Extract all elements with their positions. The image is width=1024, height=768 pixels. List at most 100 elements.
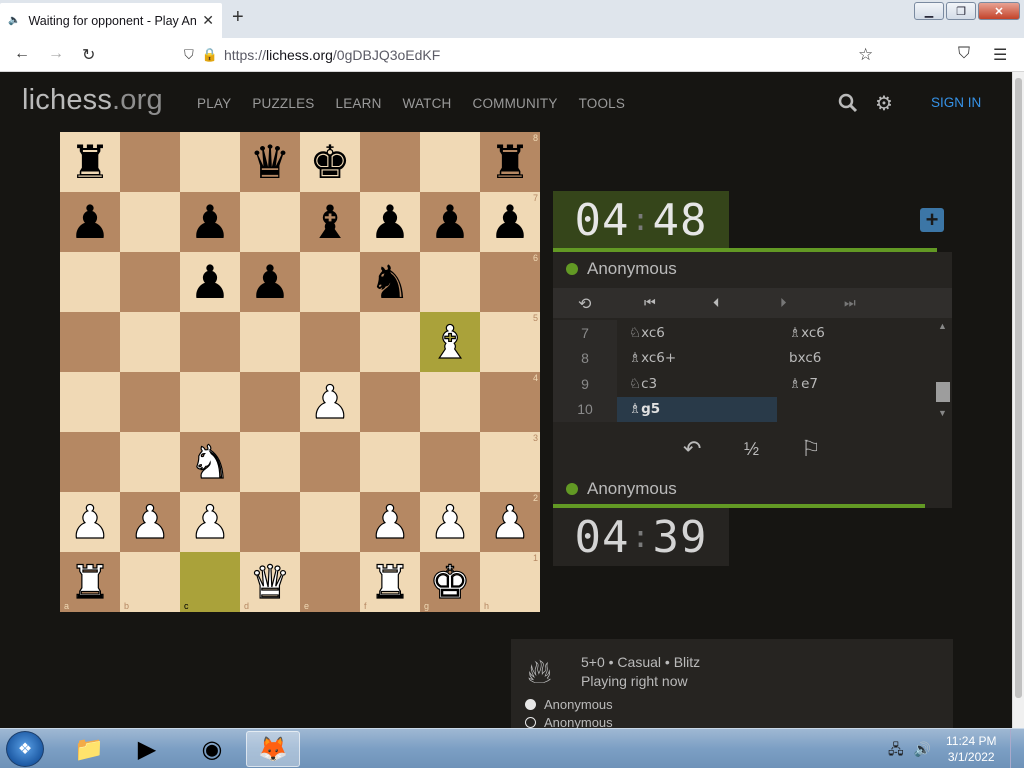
explorer-icon[interactable]: 📁 [62, 731, 116, 767]
black-rook-icon[interactable]: ♜ [69, 139, 110, 185]
resign-flag-icon[interactable]: ⚐ [801, 436, 821, 462]
white-rook-icon[interactable]: ♜ [369, 558, 411, 605]
square-d4[interactable] [240, 372, 300, 432]
square-c6[interactable]: ♟ [180, 252, 240, 312]
square-d3[interactable] [240, 432, 300, 492]
network-icon[interactable]: 🖧 [888, 741, 904, 757]
player-white[interactable]: Anonymous [525, 697, 613, 712]
black-pawn-icon[interactable]: ♟ [489, 199, 530, 245]
square-b8[interactable] [120, 132, 180, 192]
chrome-icon[interactable]: ◉ [185, 731, 239, 767]
square-d8[interactable]: ♛ [240, 132, 300, 192]
square-h8[interactable]: ♜ 8 [480, 132, 540, 192]
white-pawn-icon[interactable]: ♟ [429, 498, 471, 545]
first-move-icon[interactable]: ⏮ [644, 296, 656, 311]
square-e4[interactable]: ♟ [300, 372, 360, 432]
square-b7[interactable] [120, 192, 180, 252]
square-b1[interactable]: b [120, 552, 180, 612]
menu-icon[interactable]: ☰ [993, 45, 1007, 65]
square-e5[interactable] [300, 312, 360, 372]
white-bishop-icon[interactable]: ♝ [429, 318, 471, 365]
gear-icon[interactable]: ⚙ [875, 91, 893, 116]
square-g2[interactable]: ♟ [420, 492, 480, 552]
square-f1[interactable]: ♜ f [360, 552, 420, 612]
square-d7[interactable] [240, 192, 300, 252]
prev-move-icon[interactable]: ⏴ [713, 296, 720, 311]
square-b6[interactable] [120, 252, 180, 312]
square-c7[interactable]: ♟ [180, 192, 240, 252]
bottom-player[interactable]: Anonymous [553, 472, 952, 506]
black-knight-icon[interactable]: ♞ [369, 259, 410, 305]
square-a4[interactable] [60, 372, 120, 432]
reload-icon[interactable]: ↻ [82, 45, 95, 65]
white-pawn-icon[interactable]: ♟ [129, 498, 171, 545]
black-pawn-icon[interactable]: ♟ [249, 259, 290, 305]
black-king-icon[interactable]: ♚ [309, 139, 350, 185]
square-f4[interactable] [360, 372, 420, 432]
site-logo[interactable]: lichess.org [22, 84, 163, 117]
square-c8[interactable] [180, 132, 240, 192]
white-move[interactable]: ♘c3 [617, 371, 777, 397]
top-player[interactable]: Anonymous [553, 252, 952, 286]
flip-board-icon[interactable]: ⟲ [578, 294, 591, 313]
square-h6[interactable]: 6 [480, 252, 540, 312]
square-f6[interactable]: ♞ [360, 252, 420, 312]
square-a1[interactable]: ♜ a [60, 552, 120, 612]
square-c5[interactable] [180, 312, 240, 372]
square-c3[interactable]: ♞ [180, 432, 240, 492]
square-f3[interactable] [360, 432, 420, 492]
forward-icon[interactable]: → [48, 45, 64, 63]
square-d2[interactable] [240, 492, 300, 552]
square-e1[interactable]: e [300, 552, 360, 612]
square-b3[interactable] [120, 432, 180, 492]
white-pawn-icon[interactable]: ♟ [369, 498, 411, 545]
next-move-icon[interactable]: ⏵ [780, 296, 787, 311]
white-knight-icon[interactable]: ♞ [189, 438, 231, 485]
minimize-button[interactable]: ▁ [914, 2, 944, 20]
square-a7[interactable]: ♟ [60, 192, 120, 252]
nav-watch[interactable]: WATCH [403, 96, 452, 111]
white-move[interactable]: ♗xc6+ [617, 346, 777, 372]
url-bar[interactable]: ⛉ 🔒 https://lichess.org/0gDBJQ3oEdKF [176, 41, 888, 69]
black-queen-icon[interactable]: ♛ [249, 139, 290, 185]
white-pawn-icon[interactable]: ♟ [69, 498, 111, 545]
square-f7[interactable]: ♟ [360, 192, 420, 252]
square-b5[interactable] [120, 312, 180, 372]
white-pawn-icon[interactable]: ♟ [309, 378, 351, 425]
scroll-up-icon[interactable]: ▲ [938, 321, 947, 331]
square-g4[interactable] [420, 372, 480, 432]
square-d1[interactable]: ♛ d [240, 552, 300, 612]
page-scrollbar[interactable] [1012, 72, 1024, 728]
offer-draw-button[interactable]: ½ [744, 439, 759, 460]
square-h1[interactable]: 1h [480, 552, 540, 612]
close-window-button[interactable]: ✕ [978, 2, 1020, 20]
browser-tab[interactable]: 🔈 Waiting for opponent - Play An ✕ [0, 3, 222, 38]
square-e2[interactable] [300, 492, 360, 552]
nav-learn[interactable]: LEARN [336, 96, 382, 111]
square-a2[interactable]: ♟ [60, 492, 120, 552]
square-g3[interactable] [420, 432, 480, 492]
square-c2[interactable]: ♟ [180, 492, 240, 552]
add-time-button[interactable]: + [920, 207, 944, 232]
square-h7[interactable]: ♟ 7 [480, 192, 540, 252]
black-pawn-icon[interactable]: ♟ [189, 199, 230, 245]
nav-community[interactable]: COMMUNITY [473, 96, 558, 111]
square-h2[interactable]: ♟ 2 [480, 492, 540, 552]
white-rook-icon[interactable]: ♜ [69, 558, 111, 605]
square-b4[interactable] [120, 372, 180, 432]
square-a8[interactable]: ♜ [60, 132, 120, 192]
square-h5[interactable]: 5 [480, 312, 540, 372]
white-queen-icon[interactable]: ♛ [249, 558, 291, 605]
white-pawn-icon[interactable]: ♟ [189, 498, 231, 545]
square-c4[interactable] [180, 372, 240, 432]
lock-icon[interactable]: 🔒 [202, 47, 218, 63]
black-pawn-icon[interactable]: ♟ [369, 199, 410, 245]
white-move-active[interactable]: ♗g5 [617, 396, 777, 422]
square-f8[interactable] [360, 132, 420, 192]
white-move[interactable]: ♘xc6 [617, 320, 777, 346]
black-move[interactable] [777, 397, 937, 423]
firefox-icon[interactable]: 🦊 [246, 731, 300, 767]
black-pawn-icon[interactable]: ♟ [429, 199, 470, 245]
back-icon[interactable]: ← [14, 45, 30, 63]
move-list-scrollbar[interactable]: ▲ ▼ [933, 320, 952, 424]
